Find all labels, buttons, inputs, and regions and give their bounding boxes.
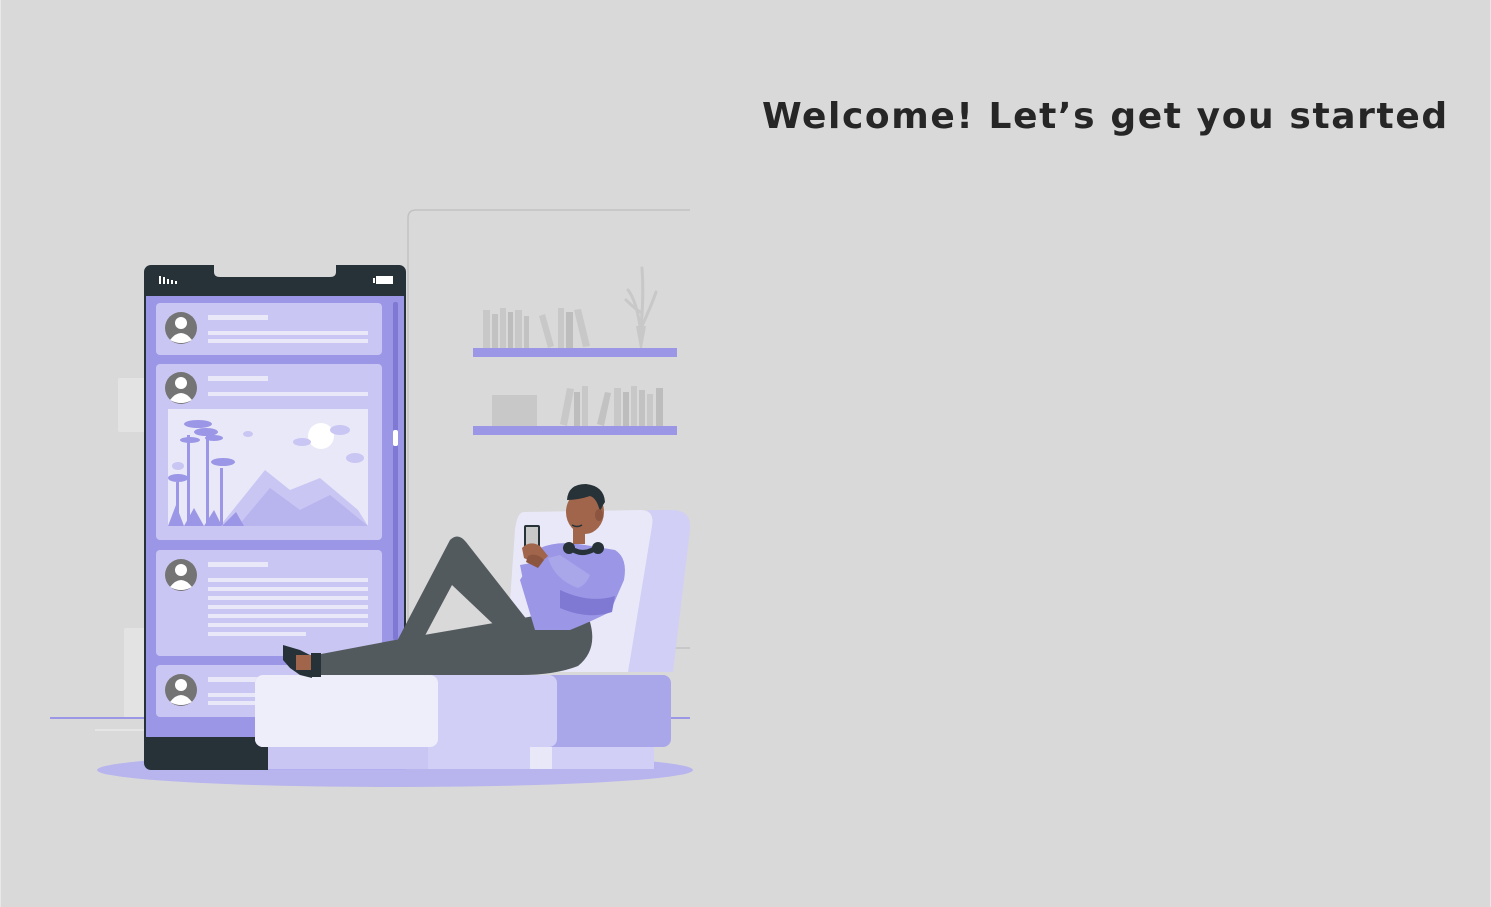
feed-post — [156, 550, 382, 656]
landscape-image — [168, 409, 368, 526]
welcome-page: Welcome! Let’s get you started — [0, 0, 1491, 907]
avatar-icon — [165, 559, 197, 591]
feed-post — [156, 303, 382, 355]
avatar-icon — [165, 674, 197, 706]
avatar-icon — [165, 372, 197, 404]
battery-icon — [373, 276, 393, 284]
welcome-illustration — [50, 209, 693, 787]
page-title: Welcome! Let’s get you started — [762, 96, 1449, 137]
upper-shelf — [473, 266, 677, 357]
avatar-icon — [165, 312, 197, 344]
lower-shelf — [473, 386, 677, 435]
feed-post — [156, 364, 382, 540]
